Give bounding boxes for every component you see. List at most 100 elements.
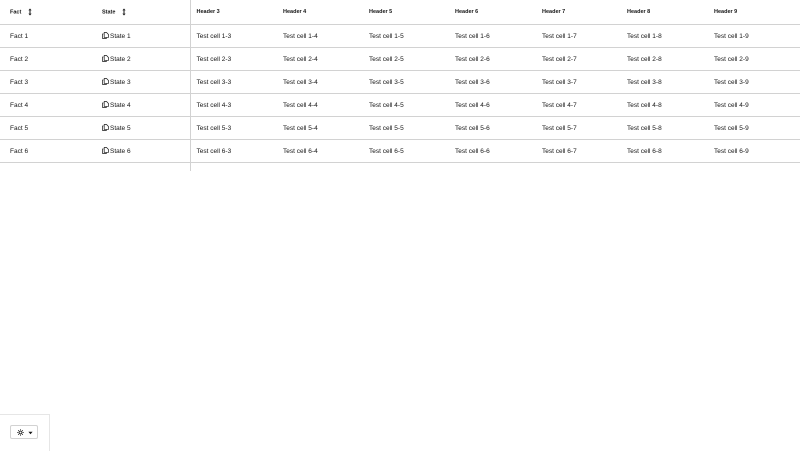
- state-cell: State 6: [91, 140, 190, 163]
- column-header-state[interactable]: State: [91, 0, 190, 25]
- table-cell: Test cell 6-8: [621, 140, 708, 163]
- state-cell: State 5: [91, 117, 190, 140]
- table-trailing-row: [0, 163, 800, 172]
- table-cell: Test cell 5-7: [536, 117, 621, 140]
- state-label: State 2: [110, 56, 131, 63]
- table-cell: Test cell 4-9: [708, 94, 800, 117]
- table-cell: Test cell 2-7: [536, 48, 621, 71]
- table-cell: Test cell 4-4: [277, 94, 363, 117]
- table-cell: Test cell 1-4: [277, 25, 363, 48]
- table-cell: Test cell 3-3: [190, 71, 277, 94]
- table-cell: Test cell 6-4: [277, 140, 363, 163]
- table-cell: Test cell 5-9: [708, 117, 800, 140]
- table-cell: Test cell 2-9: [708, 48, 800, 71]
- state-label: State 4: [110, 102, 131, 109]
- trailing-cell: [91, 163, 190, 172]
- table-cell: Test cell 2-5: [363, 48, 449, 71]
- table-cell: Test cell 2-3: [190, 48, 277, 71]
- copy-icon: [102, 32, 109, 39]
- table-cell: Test cell 3-5: [363, 71, 449, 94]
- fact-cell: Fact 1: [0, 25, 91, 48]
- table-cell: Test cell 6-3: [190, 140, 277, 163]
- theme-toggle-button[interactable]: [10, 425, 38, 439]
- table-row: Fact 4State 4Test cell 4-3Test cell 4-4T…: [0, 94, 800, 117]
- table-cell: Test cell 3-6: [449, 71, 536, 94]
- table-cell: Test cell 2-4: [277, 48, 363, 71]
- table-cell: Test cell 5-6: [449, 117, 536, 140]
- table-cell: Test cell 4-8: [621, 94, 708, 117]
- table-cell: Test cell 1-7: [536, 25, 621, 48]
- table-cell: Test cell 4-3: [190, 94, 277, 117]
- state-cell: State 1: [91, 25, 190, 48]
- table-cell: Test cell 3-8: [621, 71, 708, 94]
- column-header: Header 6: [449, 0, 536, 25]
- table-row: Fact 1State 1Test cell 1-3Test cell 1-4T…: [0, 25, 800, 48]
- trailing-cell: [621, 163, 708, 172]
- table-cell: Test cell 3-9: [708, 71, 800, 94]
- fact-cell: Fact 2: [0, 48, 91, 71]
- bottom-toolbar: [0, 414, 50, 451]
- column-header: Header 7: [536, 0, 621, 25]
- state-label: State 3: [110, 79, 131, 86]
- table-body: Fact 1State 1Test cell 1-3Test cell 1-4T…: [0, 25, 800, 172]
- state-label: State 6: [110, 148, 131, 155]
- column-header-fact[interactable]: Fact: [0, 0, 91, 25]
- trailing-cell: [277, 163, 363, 172]
- state-cell: State 3: [91, 71, 190, 94]
- fact-cell: Fact 4: [0, 94, 91, 117]
- copy-icon: [102, 55, 109, 62]
- caret-down-icon: [28, 431, 33, 435]
- table-cell: Test cell 6-6: [449, 140, 536, 163]
- column-header: Header 5: [363, 0, 449, 25]
- fact-cell: Fact 6: [0, 140, 91, 163]
- column-header: Header 3: [190, 0, 277, 25]
- table-cell: Test cell 3-4: [277, 71, 363, 94]
- data-table-container: Fact State Header 3 Header 4 Header 5 He…: [0, 0, 800, 171]
- sun-icon: [17, 429, 24, 436]
- fact-cell: Fact 5: [0, 117, 91, 140]
- trailing-cell: [190, 163, 277, 172]
- copy-icon: [102, 124, 109, 131]
- column-header: Header 9: [708, 0, 800, 25]
- table-row: Fact 5State 5Test cell 5-3Test cell 5-4T…: [0, 117, 800, 140]
- state-cell: State 2: [91, 48, 190, 71]
- fact-cell: Fact 3: [0, 71, 91, 94]
- sort-icon[interactable]: [121, 8, 127, 16]
- trailing-cell: [0, 163, 91, 172]
- table-cell: Test cell 1-9: [708, 25, 800, 48]
- table-cell: Test cell 1-5: [363, 25, 449, 48]
- table-row: Fact 3State 3Test cell 3-3Test cell 3-4T…: [0, 71, 800, 94]
- state-label: State 5: [110, 125, 131, 132]
- table-cell: Test cell 6-7: [536, 140, 621, 163]
- copy-icon: [102, 147, 109, 154]
- table-row: Fact 6State 6Test cell 6-3Test cell 6-4T…: [0, 140, 800, 163]
- column-header: Header 8: [621, 0, 708, 25]
- trailing-cell: [449, 163, 536, 172]
- table-cell: Test cell 6-5: [363, 140, 449, 163]
- sort-icon[interactable]: [27, 8, 33, 16]
- table-cell: Test cell 5-4: [277, 117, 363, 140]
- state-cell: State 4: [91, 94, 190, 117]
- copy-icon: [102, 78, 109, 85]
- table-cell: Test cell 5-5: [363, 117, 449, 140]
- column-header-label: Fact: [10, 9, 21, 15]
- table-cell: Test cell 1-6: [449, 25, 536, 48]
- state-label: State 1: [110, 33, 131, 40]
- table-cell: Test cell 3-7: [536, 71, 621, 94]
- table-header-row: Fact State Header 3 Header 4 Header 5 He…: [0, 0, 800, 25]
- table-cell: Test cell 6-9: [708, 140, 800, 163]
- table-cell: Test cell 4-6: [449, 94, 536, 117]
- data-table: Fact State Header 3 Header 4 Header 5 He…: [0, 0, 800, 171]
- table-cell: Test cell 2-8: [621, 48, 708, 71]
- table-row: Fact 2State 2Test cell 2-3Test cell 2-4T…: [0, 48, 800, 71]
- copy-icon: [102, 101, 109, 108]
- table-cell: Test cell 1-3: [190, 25, 277, 48]
- table-cell: Test cell 4-5: [363, 94, 449, 117]
- table-cell: Test cell 5-3: [190, 117, 277, 140]
- trailing-cell: [536, 163, 621, 172]
- column-header-label: State: [102, 9, 115, 15]
- table-cell: Test cell 5-8: [621, 117, 708, 140]
- table-cell: Test cell 2-6: [449, 48, 536, 71]
- table-cell: Test cell 4-7: [536, 94, 621, 117]
- trailing-cell: [363, 163, 449, 172]
